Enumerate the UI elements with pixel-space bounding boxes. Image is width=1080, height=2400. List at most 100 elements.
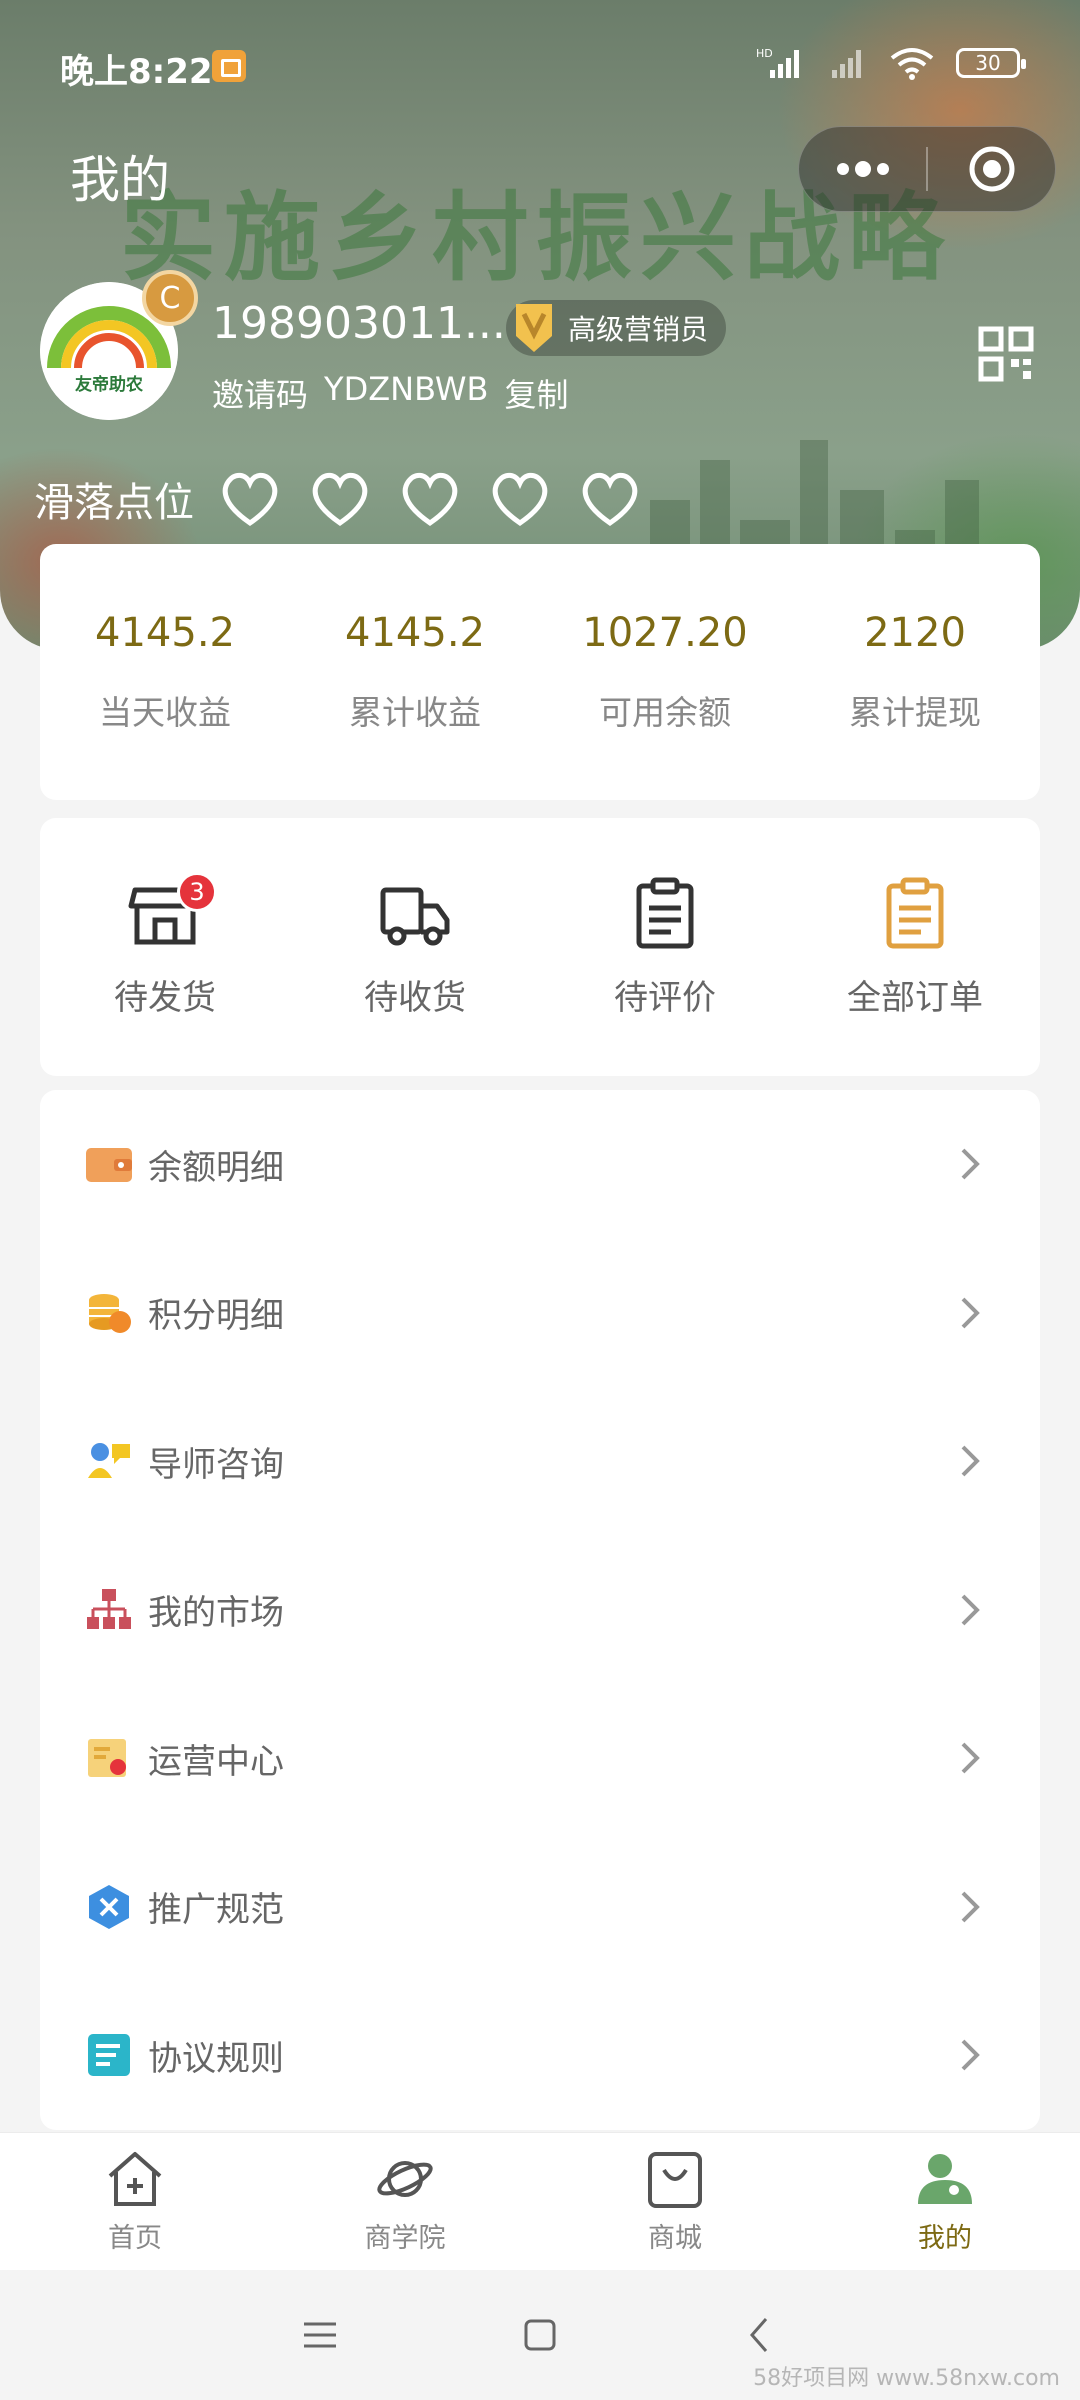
menu-item-operations-center[interactable]: 运营中心: [40, 1684, 1040, 1833]
menu-label: 余额明细: [148, 1147, 284, 1188]
stat-value: 4145.2: [345, 610, 485, 656]
menu-item-my-market[interactable]: 我的市场: [40, 1536, 1040, 1685]
heart-icon: [312, 472, 368, 527]
chevron-right-icon: [940, 1580, 1000, 1640]
menu-item-balance-details[interactable]: 余额明细: [40, 1090, 1040, 1239]
screen: 实施乡村振兴战略 晚上8:22 HD 30 我的 友帝助农 C 19890301…: [0, 0, 1080, 2400]
menu-label: 协议规则: [148, 2038, 284, 2079]
stat-value: 2120: [864, 610, 966, 656]
back-icon[interactable]: [740, 2315, 780, 2355]
status-indicators: HD 30: [756, 46, 1026, 80]
stat-label: 当天收益: [99, 693, 231, 732]
stat-value: 1027.20: [582, 610, 748, 656]
order-label: 待评价: [614, 977, 716, 1018]
tab-label: 商城: [648, 2223, 702, 2254]
order-label: 待收货: [364, 977, 466, 1018]
drop-points-label: 滑落点位: [34, 480, 194, 526]
heart-icon: [582, 472, 638, 527]
invite-row: 邀请码 YDZNBWB 复制: [212, 370, 568, 416]
org-chart-icon: [86, 1587, 132, 1633]
drop-points-row: 滑落点位: [34, 470, 640, 528]
menu-item-agreement-rules[interactable]: 协议规则: [40, 1981, 1040, 2130]
status-time: 晚上8:22: [60, 52, 213, 92]
chevron-right-icon: [940, 2025, 1000, 2085]
order-count-badge: 3: [177, 872, 217, 912]
heart-icon: [222, 472, 278, 527]
chevron-right-icon: [940, 1283, 1000, 1343]
order-label: 全部订单: [847, 977, 983, 1018]
target-icon: [969, 146, 1014, 192]
menu-item-promotion-rules[interactable]: 推广规范: [40, 1833, 1040, 1982]
order-pending-shipment[interactable]: 3 待发货: [40, 818, 290, 1076]
order-pending-receipt[interactable]: 待收货: [290, 818, 540, 1076]
chevron-right-icon: [940, 1877, 1000, 1937]
menu-label: 推广规范: [148, 1890, 284, 1931]
signal-icon: [832, 50, 861, 78]
refresh-badge-icon: C: [142, 270, 198, 326]
page-title: 我的: [70, 151, 170, 209]
certificate-icon: [86, 1735, 132, 1781]
stat-today-earnings[interactable]: 4145.2 当天收益: [40, 544, 290, 800]
stat-label: 累计提现: [849, 693, 981, 732]
copy-button[interactable]: 复制: [504, 370, 568, 416]
tab-home[interactable]: 首页: [0, 2133, 270, 2270]
menu-item-points-details[interactable]: 积分明细: [40, 1239, 1040, 1388]
truck-icon: [380, 887, 450, 945]
stat-total-earnings[interactable]: 4145.2 累计收益: [290, 544, 540, 800]
orders-card: 3 待发货 待收货 待评价 全部订单: [40, 818, 1040, 1076]
user-phone: 198903011...: [212, 298, 506, 349]
level-badge: 高级营销员: [506, 300, 727, 356]
tab-mine[interactable]: 我的: [810, 2133, 1080, 2270]
menu-label: 积分明细: [148, 1296, 284, 1337]
tab-label: 我的: [918, 2223, 972, 2254]
mini-program-capsule: [798, 126, 1056, 212]
chevron-right-icon: [940, 1134, 1000, 1194]
mentor-icon: [86, 1438, 132, 1484]
tab-business-school[interactable]: 商学院: [270, 2133, 540, 2270]
wifi-icon: [890, 48, 934, 80]
svg-text:友帝助农: 友帝助农: [75, 374, 143, 395]
signal-hd-icon: HD: [756, 47, 799, 78]
menu-list: 余额明细 积分明细 导师咨询 我的市场 运营中心 推广规范 协议规则: [40, 1090, 1040, 2130]
svg-text:HD: HD: [756, 47, 773, 60]
menu-icon[interactable]: [300, 2318, 340, 2352]
menu-label: 导师咨询: [148, 1444, 284, 1485]
more-dots-icon: [836, 161, 889, 177]
coins-icon: [86, 1290, 132, 1336]
watermark: 58好项目网 www.58nxw.com: [753, 2366, 1060, 2391]
stat-label: 累计收益: [349, 693, 481, 732]
chevron-right-icon: [940, 1431, 1000, 1491]
tab-label: 商学院: [364, 2223, 446, 2254]
order-pending-review[interactable]: 待评价: [540, 818, 790, 1076]
heart-icon: [492, 472, 548, 527]
more-button[interactable]: [799, 127, 926, 211]
home-square-icon[interactable]: [520, 2315, 560, 2355]
chevron-right-icon: [940, 1728, 1000, 1788]
qr-code-icon[interactable]: [978, 326, 1034, 382]
order-all[interactable]: 全部订单: [790, 818, 1040, 1076]
stats-card: 4145.2 当天收益 4145.2 累计收益 1027.20 可用余额 212…: [40, 544, 1040, 800]
menu-label: 我的市场: [148, 1593, 284, 1634]
stat-label: 可用余额: [599, 693, 731, 732]
menu-item-mentor-consult[interactable]: 导师咨询: [40, 1387, 1040, 1536]
level-text: 高级营销员: [568, 313, 709, 346]
notification-icon: [212, 50, 246, 82]
invite-label: 邀请码: [212, 376, 309, 414]
stat-available-balance[interactable]: 1027.20 可用余额: [540, 544, 790, 800]
menu-label: 运营中心: [148, 1741, 284, 1782]
invite-code: YDZNBWB: [324, 370, 489, 408]
bottom-tab-bar: 首页 商学院 商城 我的: [0, 2132, 1080, 2270]
close-mini-program-button[interactable]: [928, 127, 1055, 211]
battery-indicator: 30: [956, 48, 1026, 78]
tab-mall[interactable]: 商城: [540, 2133, 810, 2270]
home-icon: [108, 2152, 162, 2206]
clipboard-icon: [636, 877, 694, 948]
user-icon: [918, 2154, 972, 2204]
heart-icon: [402, 472, 458, 527]
order-label: 待发货: [114, 977, 216, 1018]
clipboard-orange-icon: [886, 877, 944, 948]
bag-icon: [648, 2152, 702, 2208]
status-bar: 晚上8:22 HD 30: [0, 0, 1080, 130]
stat-total-withdrawn[interactable]: 2120 累计提现: [790, 544, 1040, 800]
tab-label: 首页: [108, 2223, 162, 2254]
